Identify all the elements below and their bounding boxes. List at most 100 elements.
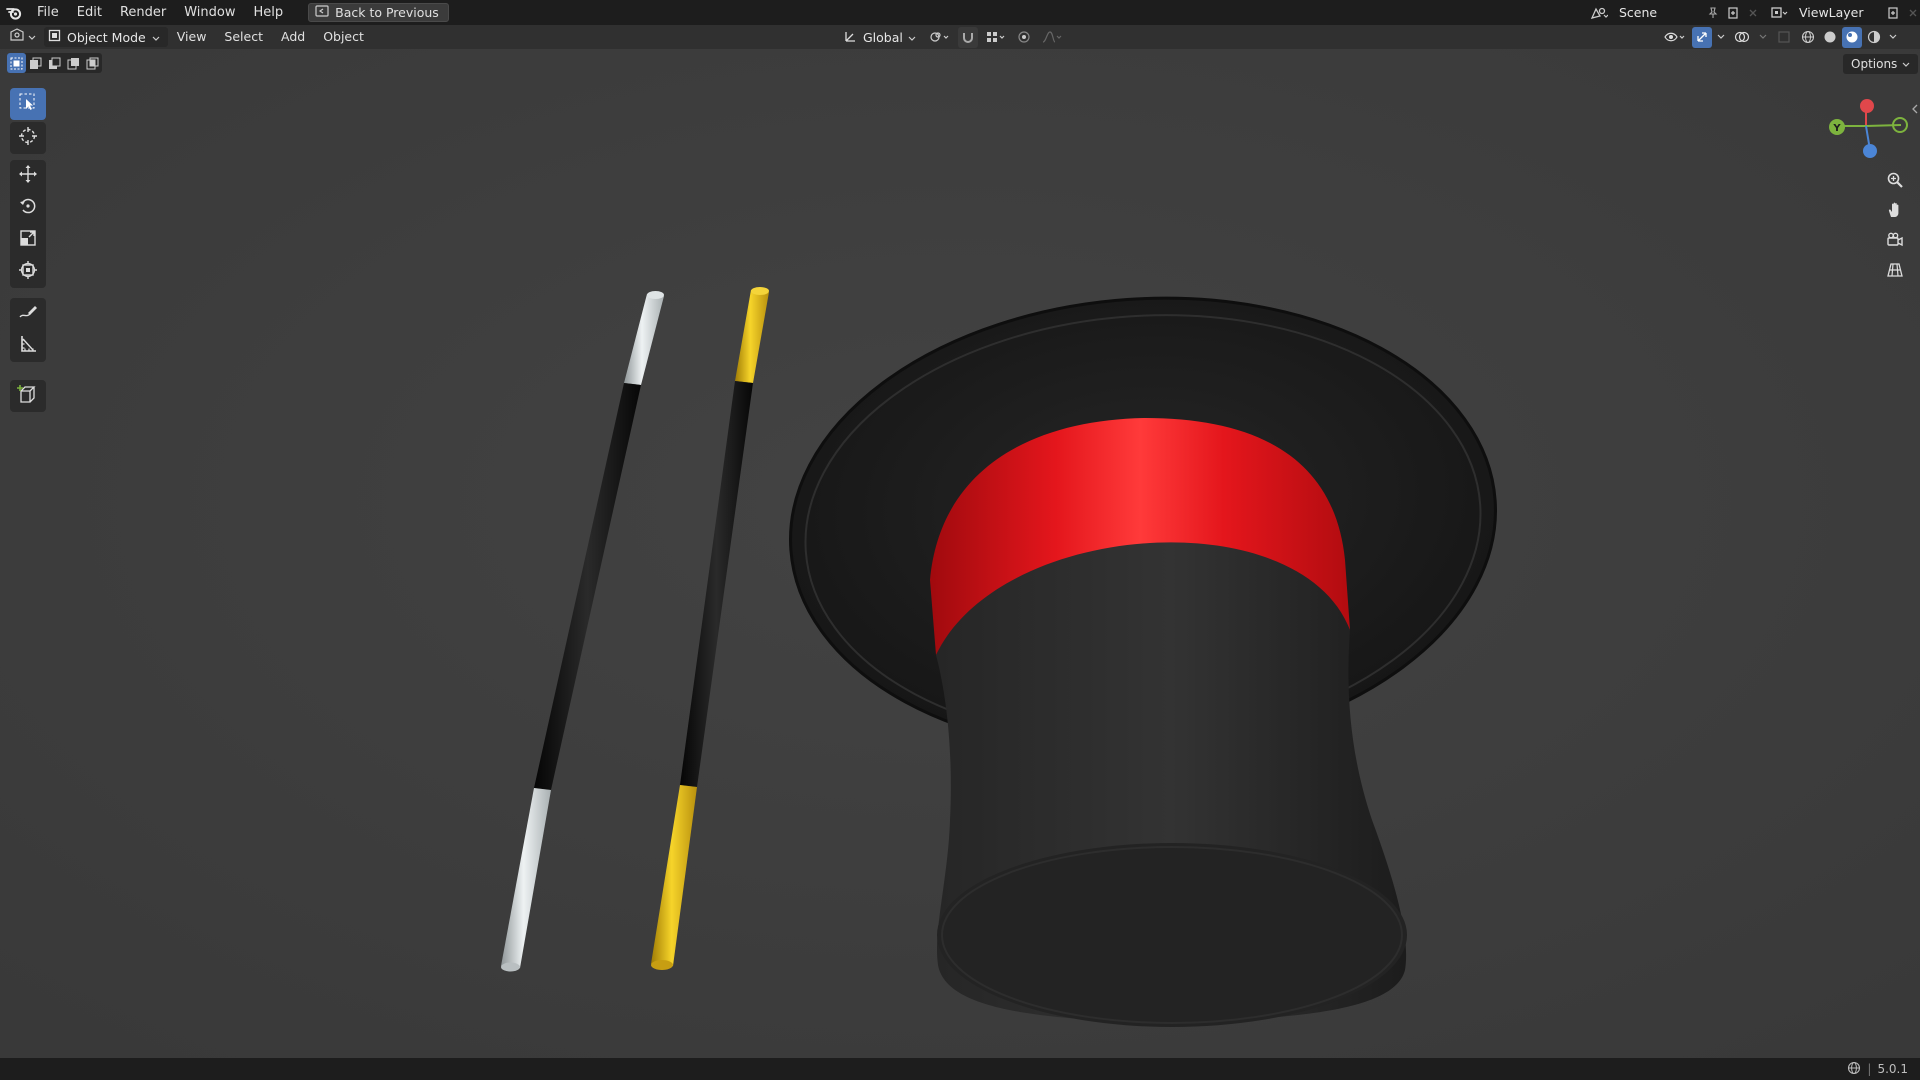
view-layer-name: ViewLayer xyxy=(1799,5,1864,20)
network-globe-icon[interactable] xyxy=(1847,1061,1861,1078)
snap-toggle-icon[interactable] xyxy=(957,26,978,48)
orientation-icon xyxy=(844,29,858,46)
tool-add-cube[interactable] xyxy=(10,380,46,412)
blender-logo-icon[interactable] xyxy=(0,0,28,25)
object-mode-icon xyxy=(48,29,61,45)
scene-selector: Scene xyxy=(1585,2,1763,23)
menu-file[interactable]: File xyxy=(28,0,68,25)
options-dropdown[interactable]: Options xyxy=(1843,54,1919,74)
transform-orientation-dropdown[interactable]: Global xyxy=(838,27,922,47)
hand-icon xyxy=(1886,201,1904,223)
snap-target-icon[interactable] xyxy=(982,27,1010,48)
select-box-icon xyxy=(18,92,38,116)
gizmo-toggle-icon[interactable] xyxy=(1692,26,1712,48)
select-new-button[interactable] xyxy=(7,53,26,73)
mode-label: Object Mode xyxy=(67,29,146,45)
grid-icon xyxy=(1886,261,1904,283)
gizmo-x-axis[interactable] xyxy=(1863,144,1877,158)
tool-measure[interactable] xyxy=(10,330,46,362)
menu-render[interactable]: Render xyxy=(111,0,175,25)
shading-dropdown-icon[interactable] xyxy=(1886,27,1900,48)
proportional-editing-icon[interactable] xyxy=(1014,27,1034,48)
pan-view-button[interactable] xyxy=(1880,198,1910,226)
pin-icon[interactable] xyxy=(1703,2,1723,23)
material-preview-shading-icon[interactable] xyxy=(1842,26,1862,48)
transform-controls: Global xyxy=(838,26,1066,48)
pivot-point-icon[interactable] xyxy=(926,27,954,48)
back-to-previous-label: Back to Previous xyxy=(335,5,439,20)
options-label: Options xyxy=(1851,57,1898,71)
solid-shading-icon[interactable] xyxy=(1820,27,1840,48)
zoom-icon xyxy=(1886,171,1904,193)
tool-move[interactable] xyxy=(10,160,46,192)
orientation-label: Global xyxy=(863,29,903,45)
cursor-icon xyxy=(18,126,38,150)
wireframe-shading-icon[interactable] xyxy=(1798,27,1818,48)
scene-name: Scene xyxy=(1619,5,1658,20)
viewport-shading-controls xyxy=(1660,26,1900,48)
editor-type-selector[interactable] xyxy=(0,25,44,49)
zoom-view-button[interactable] xyxy=(1880,168,1910,196)
camera-view-button[interactable] xyxy=(1880,228,1910,256)
menu-add[interactable]: Add xyxy=(272,25,314,49)
menu-object[interactable]: Object xyxy=(314,25,373,49)
rendered-shading-icon[interactable] xyxy=(1864,27,1884,48)
overlays-dropdown-icon[interactable] xyxy=(1756,27,1770,48)
selection-mode-group xyxy=(7,53,102,73)
sidebar-toggle-chevron-icon[interactable] xyxy=(1910,102,1920,116)
falloff-icon[interactable] xyxy=(1038,27,1066,48)
viewport-scene: Y xyxy=(0,49,1920,1058)
delete-view-layer-icon[interactable] xyxy=(1903,2,1920,23)
tool-cursor[interactable] xyxy=(10,122,46,154)
tool-select-box[interactable] xyxy=(10,88,46,120)
visibility-icon[interactable] xyxy=(1660,27,1690,48)
view-layer-name-field[interactable]: ViewLayer xyxy=(1793,2,1883,23)
version-label: 5.0.1 xyxy=(1877,1062,1908,1076)
menu-help[interactable]: Help xyxy=(245,0,293,25)
transform-icon xyxy=(18,260,38,284)
menu-edit[interactable]: Edit xyxy=(68,0,111,25)
tool-rotate[interactable] xyxy=(10,192,46,224)
select-subtract-button[interactable] xyxy=(45,53,64,73)
gizmo-z-axis[interactable] xyxy=(1860,99,1874,113)
view-layer-icon[interactable] xyxy=(1765,2,1793,23)
status-divider: | xyxy=(1867,1062,1872,1076)
tool-annotate[interactable] xyxy=(10,298,46,330)
toggle-perspective-button[interactable] xyxy=(1880,258,1910,286)
status-bar: | 5.0.1 xyxy=(0,1058,1920,1080)
overlays-toggle-icon[interactable] xyxy=(1730,27,1754,48)
gizmo-dropdown-icon[interactable] xyxy=(1714,27,1728,48)
3d-viewport-icon xyxy=(9,28,25,46)
select-intersect-button[interactable] xyxy=(83,53,102,73)
menu-view[interactable]: View xyxy=(168,25,216,49)
view-layer-selector: ViewLayer xyxy=(1765,2,1920,23)
add-cube-icon xyxy=(17,383,39,409)
new-scene-icon[interactable] xyxy=(1723,2,1743,23)
scene-icon[interactable] xyxy=(1585,2,1613,23)
scene-name-field[interactable]: Scene xyxy=(1613,2,1703,23)
chevron-down-icon xyxy=(908,30,916,45)
scale-icon xyxy=(18,228,38,252)
menu-select[interactable]: Select xyxy=(215,25,272,49)
camera-icon xyxy=(1886,231,1904,253)
menu-window[interactable]: Window xyxy=(175,0,244,25)
chevron-down-icon xyxy=(28,30,36,45)
move-icon xyxy=(18,164,38,188)
select-extend-button[interactable] xyxy=(26,53,45,73)
chevron-down-icon xyxy=(152,30,160,45)
object-mode-dropdown[interactable]: Object Mode xyxy=(44,27,168,47)
select-invert-button[interactable] xyxy=(64,53,83,73)
back-icon xyxy=(315,5,329,20)
back-to-previous-button[interactable]: Back to Previous xyxy=(308,3,449,22)
xray-toggle-icon[interactable] xyxy=(1772,27,1796,48)
measure-icon xyxy=(18,334,38,358)
rotate-icon xyxy=(18,196,38,220)
chevron-down-icon xyxy=(1902,57,1910,71)
tool-scale[interactable] xyxy=(10,224,46,256)
3d-viewport[interactable]: Y xyxy=(0,49,1920,1058)
tool-transform[interactable] xyxy=(10,256,46,288)
gizmo-y-label: Y xyxy=(1832,123,1841,134)
annotate-icon xyxy=(18,302,38,326)
delete-scene-icon[interactable] xyxy=(1743,2,1763,23)
new-view-layer-icon[interactable] xyxy=(1883,2,1903,23)
